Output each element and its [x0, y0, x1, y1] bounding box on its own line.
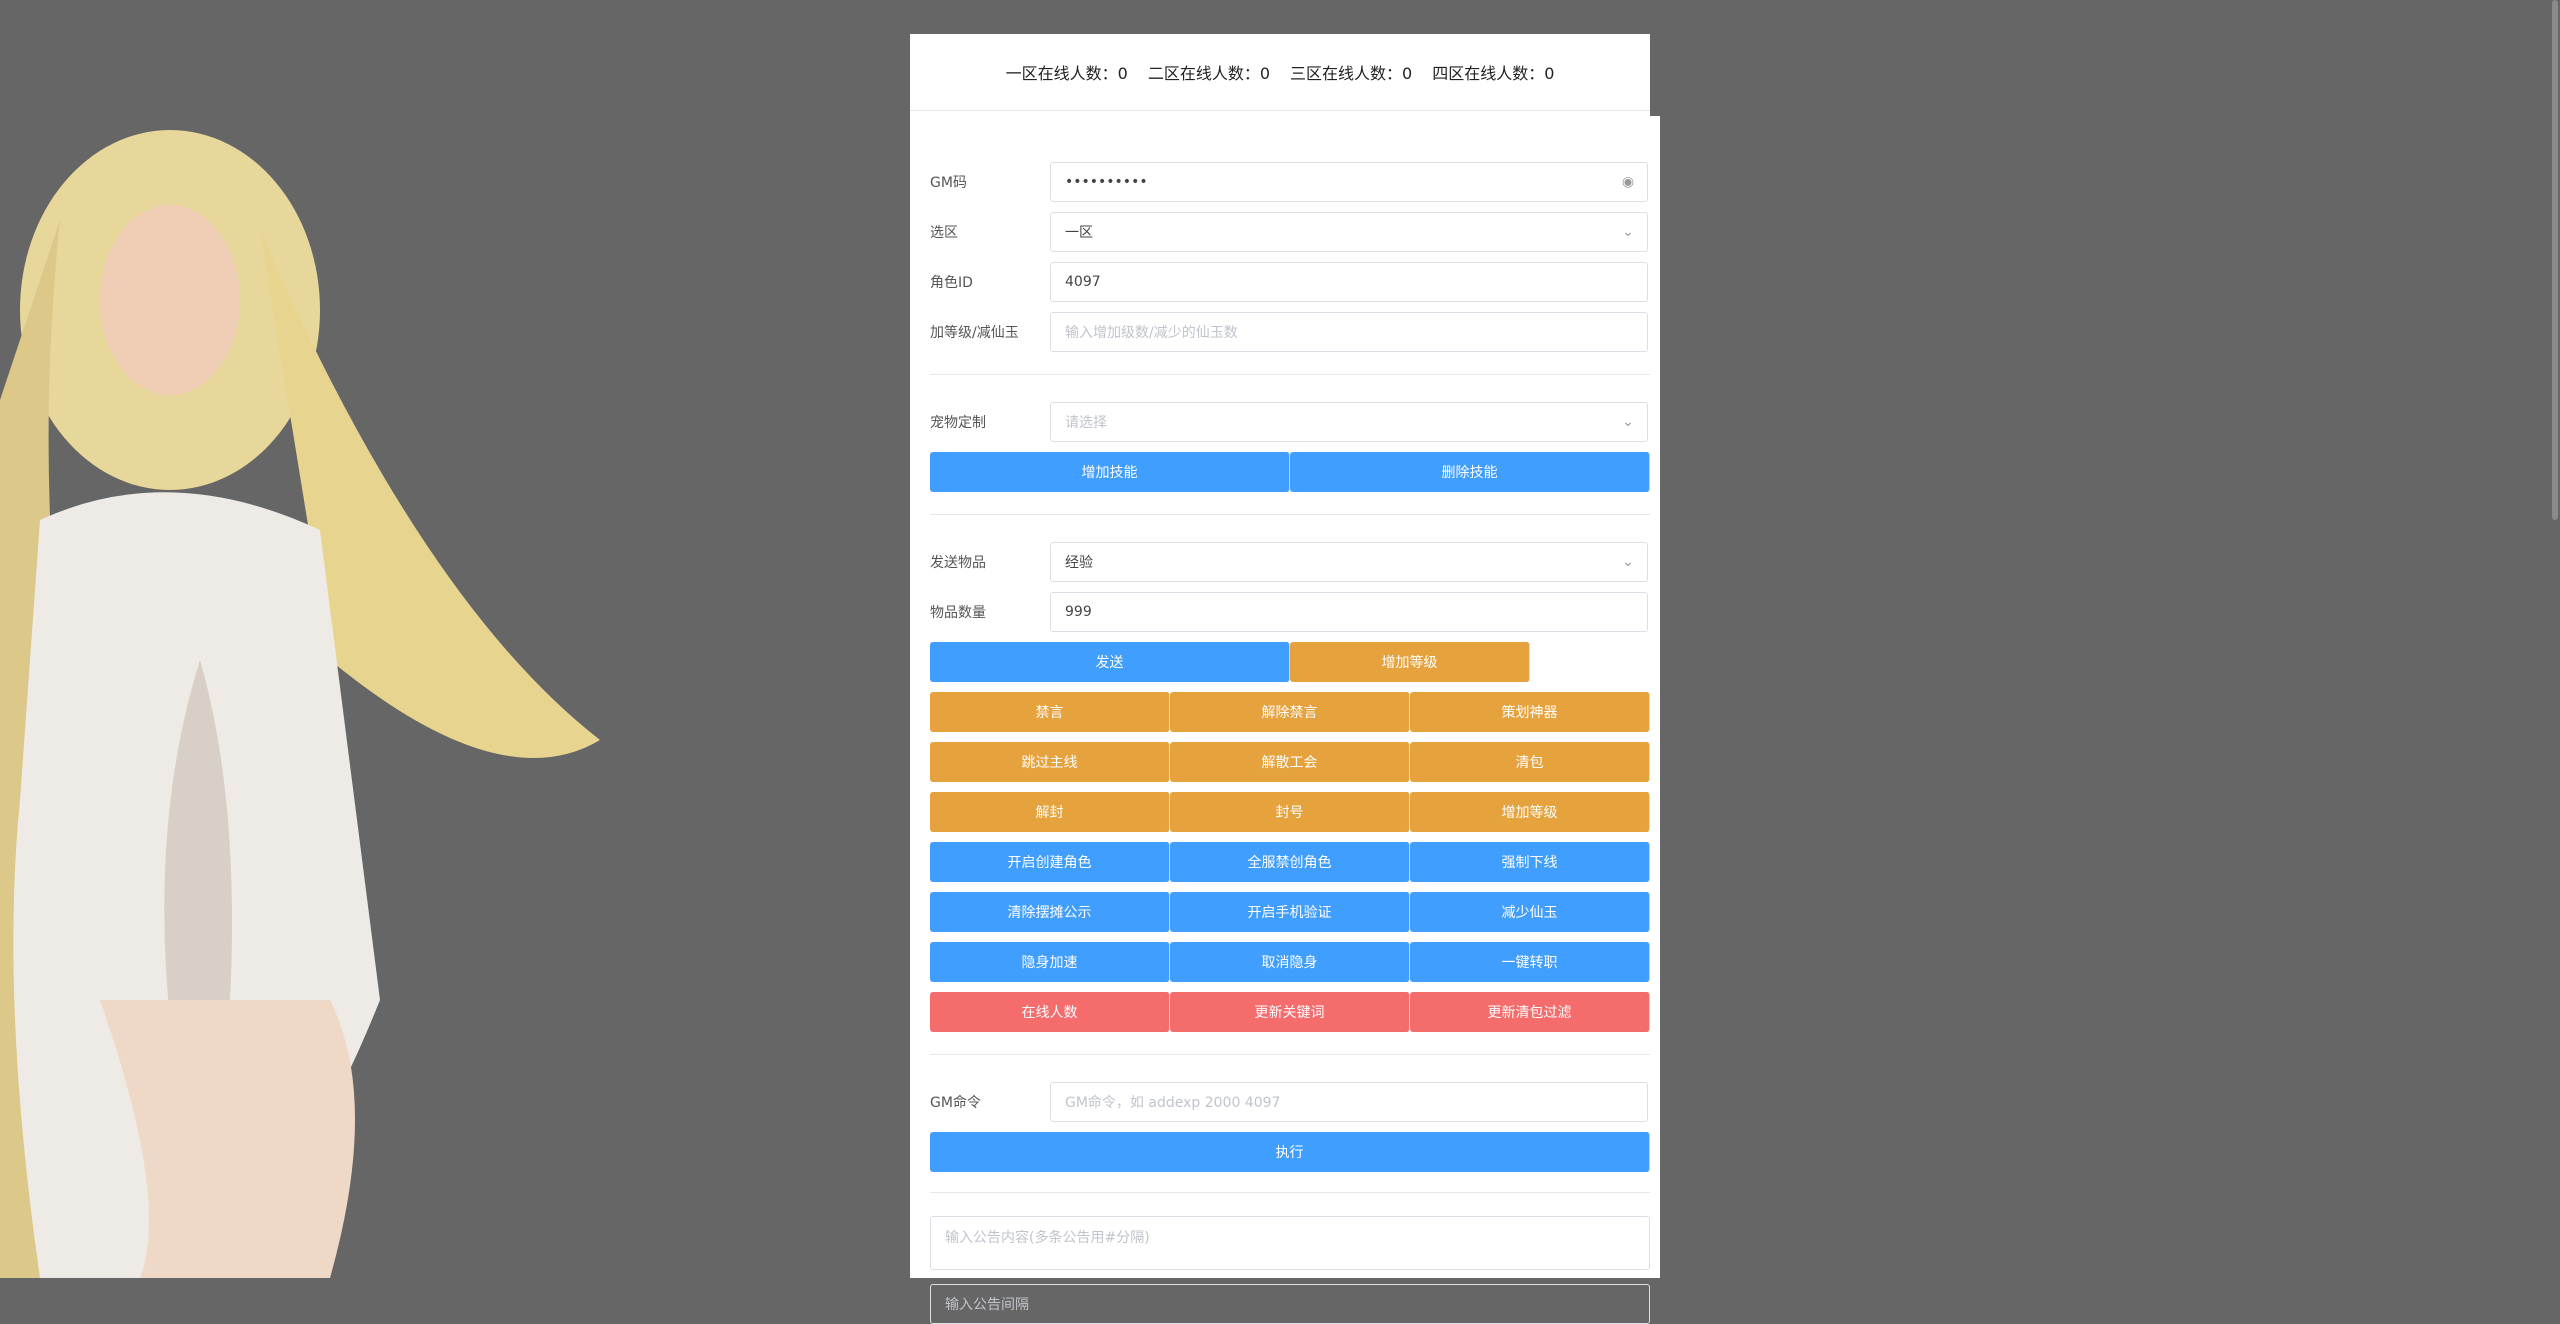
unmute-button[interactable]: 解除禁言: [1170, 692, 1410, 732]
gm-code-label: GM码: [930, 175, 967, 191]
gm-code-row: GM码 •••••••••• ◉: [930, 162, 1650, 202]
panel-edge: [1650, 116, 1660, 1278]
interval-placeholder: 输入公告间隔: [945, 1297, 1029, 1313]
item-count-input[interactable]: 999: [1050, 592, 1648, 632]
zone-label: 选区: [930, 225, 958, 241]
zone1-online: 一区在线人数：0: [1005, 64, 1128, 83]
zone-select[interactable]: 一区 ⌄: [1050, 212, 1648, 252]
send-buttons: 发送 增加等级: [930, 642, 1530, 682]
ban-create-role-button[interactable]: 全服禁创角色: [1170, 842, 1410, 882]
button-row-1: 禁言 解除禁言 策划神器: [930, 692, 1650, 732]
gm-code-value: ••••••••••: [1065, 174, 1148, 190]
role-label: 角色ID: [930, 275, 973, 291]
zone3-online: 三区在线人数：0: [1290, 64, 1413, 83]
button-row-7: 在线人数 更新关键词 更新清包过滤: [930, 992, 1650, 1032]
gm-cmd-row: GM命令 GM命令，如 addexp 2000 4097: [930, 1082, 1650, 1122]
clear-stall-button[interactable]: 清除摆摊公示: [930, 892, 1170, 932]
send-item-value: 经验: [1065, 555, 1093, 571]
update-filter-button[interactable]: 更新清包过滤: [1410, 992, 1650, 1032]
send-item-select[interactable]: 经验 ⌄: [1050, 542, 1648, 582]
reduce-jade-button[interactable]: 减少仙玉: [1410, 892, 1650, 932]
skill-buttons: 增加技能 删除技能: [930, 452, 1650, 492]
level-input[interactable]: 输入增加级数/减少的仙玉数: [1050, 312, 1648, 352]
stealth-speed-button[interactable]: 隐身加速: [930, 942, 1170, 982]
gm-panel: 一区在线人数：0 二区在线人数：0 三区在线人数：0 四区在线人数：0 GM码 …: [910, 34, 1650, 1324]
gm-code-input[interactable]: •••••••••• ◉: [1050, 162, 1648, 202]
open-create-role-button[interactable]: 开启创建角色: [930, 842, 1170, 882]
role-id-value: 4097: [1065, 274, 1101, 290]
disband-guild-button[interactable]: 解散工会: [1170, 742, 1410, 782]
skip-main-button[interactable]: 跳过主线: [930, 742, 1170, 782]
role-row: 角色ID 4097: [930, 262, 1650, 302]
mute-button[interactable]: 禁言: [930, 692, 1170, 732]
level-label: 加等级/减仙玉: [930, 325, 1019, 341]
pet-placeholder: 请选择: [1065, 415, 1107, 431]
cancel-stealth-button[interactable]: 取消隐身: [1170, 942, 1410, 982]
gm-cmd-placeholder: GM命令，如 addexp 2000 4097: [1065, 1095, 1281, 1111]
zone-value: 一区: [1065, 225, 1093, 241]
role-id-input[interactable]: 4097: [1050, 262, 1648, 302]
execute-button[interactable]: 执行: [930, 1132, 1650, 1172]
level-placeholder: 输入增加级数/减少的仙玉数: [1065, 325, 1238, 341]
level-row: 加等级/减仙玉 输入增加级数/减少的仙玉数: [930, 312, 1650, 352]
send-item-row: 发送物品 经验 ⌄: [930, 542, 1650, 582]
zone2-online: 二区在线人数：0: [1147, 64, 1270, 83]
add-skill-button[interactable]: 增加技能: [930, 452, 1290, 492]
pet-row: 宠物定制 请选择 ⌄: [930, 402, 1650, 442]
gm-cmd-label: GM命令: [930, 1095, 981, 1111]
eye-icon[interactable]: ◉: [1619, 173, 1637, 191]
delete-skill-button[interactable]: 删除技能: [1290, 452, 1650, 492]
scrollbar[interactable]: [2552, 0, 2558, 520]
button-row-6: 隐身加速 取消隐身 一键转职: [930, 942, 1650, 982]
pet-label: 宠物定制: [930, 415, 986, 431]
chevron-down-icon: ⌄: [1622, 224, 1634, 240]
button-row-4: 开启创建角色 全服禁创角色 强制下线: [930, 842, 1650, 882]
unban-button[interactable]: 解封: [930, 792, 1170, 832]
ban-button[interactable]: 封号: [1170, 792, 1410, 832]
item-count-label: 物品数量: [930, 605, 986, 621]
update-keywords-button[interactable]: 更新关键词: [1170, 992, 1410, 1032]
button-row-2: 跳过主线 解散工会 清包: [930, 742, 1650, 782]
divider: [930, 1054, 1650, 1055]
pet-select[interactable]: 请选择 ⌄: [1050, 402, 1648, 442]
gm-cmd-input[interactable]: GM命令，如 addexp 2000 4097: [1050, 1082, 1648, 1122]
zone4-online: 四区在线人数：0: [1432, 64, 1555, 83]
notice-placeholder: 输入公告内容(多条公告用#分隔): [945, 1230, 1150, 1246]
button-row-3: 解封 封号 增加等级: [930, 792, 1650, 832]
phone-verify-button[interactable]: 开启手机验证: [1170, 892, 1410, 932]
character-artwork: [0, 100, 620, 1278]
item-count-row: 物品数量 999: [930, 592, 1650, 632]
divider: [930, 374, 1650, 375]
chevron-down-icon: ⌄: [1622, 554, 1634, 570]
online-count-button[interactable]: 在线人数: [930, 992, 1170, 1032]
send-button[interactable]: 发送: [930, 642, 1290, 682]
execute-row: 执行: [930, 1132, 1650, 1172]
button-row-5: 清除摆摊公示 开启手机验证 减少仙玉: [930, 892, 1650, 932]
item-count-value: 999: [1065, 604, 1092, 620]
notice-textarea[interactable]: 输入公告内容(多条公告用#分隔): [930, 1216, 1650, 1270]
chevron-down-icon: ⌄: [1622, 414, 1634, 430]
divider: [930, 1192, 1650, 1193]
clear-bag-button[interactable]: 清包: [1410, 742, 1650, 782]
plan-artifact-button[interactable]: 策划神器: [1410, 692, 1650, 732]
zone-row: 选区 一区 ⌄: [930, 212, 1650, 252]
add-level-button[interactable]: 增加等级: [1410, 792, 1650, 832]
add-level-button-top[interactable]: 增加等级: [1290, 642, 1530, 682]
one-key-transfer-button[interactable]: 一键转职: [1410, 942, 1650, 982]
divider: [930, 514, 1650, 515]
force-offline-button[interactable]: 强制下线: [1410, 842, 1650, 882]
online-status-bar: 一区在线人数：0 二区在线人数：0 三区在线人数：0 四区在线人数：0: [910, 34, 1650, 111]
interval-input[interactable]: 输入公告间隔: [930, 1284, 1650, 1324]
send-item-label: 发送物品: [930, 555, 986, 571]
